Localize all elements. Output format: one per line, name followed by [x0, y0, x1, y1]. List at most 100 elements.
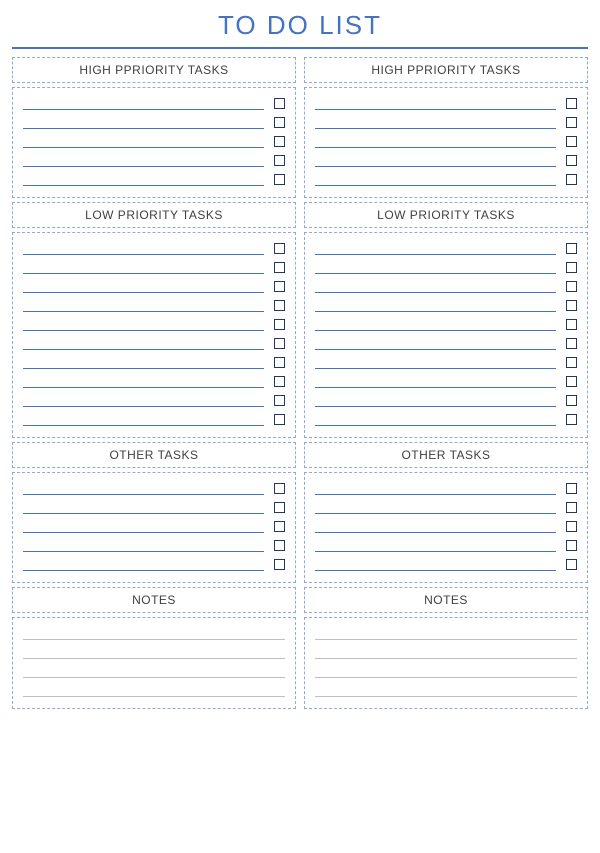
task-input[interactable]	[23, 96, 264, 110]
task-row	[315, 412, 577, 426]
task-checkbox[interactable]	[566, 300, 577, 311]
task-checkbox[interactable]	[566, 281, 577, 292]
task-input[interactable]	[315, 374, 556, 388]
task-input[interactable]	[23, 538, 264, 552]
notes-input[interactable]	[23, 683, 285, 697]
task-input[interactable]	[315, 336, 556, 350]
task-input[interactable]	[23, 336, 264, 350]
task-input[interactable]	[315, 241, 556, 255]
task-checkbox[interactable]	[274, 136, 285, 147]
notes-input[interactable]	[23, 626, 285, 640]
task-checkbox[interactable]	[274, 357, 285, 368]
task-input[interactable]	[23, 134, 264, 148]
task-checkbox[interactable]	[274, 155, 285, 166]
task-input[interactable]	[23, 374, 264, 388]
notes-input[interactable]	[315, 626, 577, 640]
task-input[interactable]	[315, 538, 556, 552]
task-checkbox[interactable]	[274, 483, 285, 494]
task-input[interactable]	[315, 317, 556, 331]
task-checkbox[interactable]	[274, 395, 285, 406]
task-input[interactable]	[23, 115, 264, 129]
task-checkbox[interactable]	[566, 319, 577, 330]
task-checkbox[interactable]	[274, 338, 285, 349]
task-checkbox[interactable]	[566, 521, 577, 532]
section-header: OTHER TASKS	[12, 442, 296, 468]
task-row	[23, 374, 285, 388]
task-checkbox[interactable]	[566, 559, 577, 570]
task-checkbox[interactable]	[566, 262, 577, 273]
task-input[interactable]	[315, 172, 556, 186]
task-checkbox[interactable]	[566, 243, 577, 254]
task-input[interactable]	[23, 500, 264, 514]
task-input[interactable]	[315, 557, 556, 571]
task-checkbox[interactable]	[274, 262, 285, 273]
task-checkbox[interactable]	[274, 243, 285, 254]
task-input[interactable]	[23, 298, 264, 312]
task-input[interactable]	[23, 355, 264, 369]
task-input[interactable]	[23, 317, 264, 331]
tasks-body	[12, 87, 296, 198]
task-row	[23, 336, 285, 350]
task-checkbox[interactable]	[274, 376, 285, 387]
task-checkbox[interactable]	[274, 98, 285, 109]
task-input[interactable]	[23, 153, 264, 167]
task-checkbox[interactable]	[274, 521, 285, 532]
task-input[interactable]	[315, 96, 556, 110]
task-input[interactable]	[315, 481, 556, 495]
task-input[interactable]	[23, 241, 264, 255]
task-input[interactable]	[23, 393, 264, 407]
task-row	[315, 260, 577, 274]
task-checkbox[interactable]	[274, 117, 285, 128]
task-checkbox[interactable]	[566, 98, 577, 109]
notes-input[interactable]	[315, 683, 577, 697]
task-input[interactable]	[23, 412, 264, 426]
task-checkbox[interactable]	[274, 281, 285, 292]
task-checkbox[interactable]	[274, 319, 285, 330]
task-checkbox[interactable]	[566, 395, 577, 406]
task-input[interactable]	[315, 355, 556, 369]
task-checkbox[interactable]	[274, 559, 285, 570]
notes-input[interactable]	[315, 645, 577, 659]
task-input[interactable]	[315, 298, 556, 312]
task-input[interactable]	[315, 279, 556, 293]
task-input[interactable]	[23, 260, 264, 274]
task-input[interactable]	[23, 557, 264, 571]
task-input[interactable]	[23, 279, 264, 293]
task-input[interactable]	[23, 172, 264, 186]
task-row	[23, 393, 285, 407]
task-input[interactable]	[23, 519, 264, 533]
task-checkbox[interactable]	[566, 174, 577, 185]
task-input[interactable]	[315, 393, 556, 407]
task-checkbox[interactable]	[274, 174, 285, 185]
task-checkbox[interactable]	[566, 117, 577, 128]
task-input[interactable]	[315, 500, 556, 514]
task-checkbox[interactable]	[566, 502, 577, 513]
title-divider	[12, 47, 588, 49]
task-checkbox[interactable]	[566, 338, 577, 349]
notes-input[interactable]	[315, 664, 577, 678]
task-checkbox[interactable]	[566, 376, 577, 387]
task-input[interactable]	[315, 153, 556, 167]
task-row	[315, 557, 577, 571]
columns-container: HIGH PPRIORITY TASKSLOW PRIORITY TASKSOT…	[12, 57, 588, 709]
task-input[interactable]	[315, 115, 556, 129]
task-checkbox[interactable]	[566, 414, 577, 425]
task-checkbox[interactable]	[274, 300, 285, 311]
task-row	[315, 355, 577, 369]
task-row	[23, 279, 285, 293]
task-input[interactable]	[315, 260, 556, 274]
task-input[interactable]	[315, 134, 556, 148]
task-checkbox[interactable]	[566, 155, 577, 166]
notes-input[interactable]	[23, 664, 285, 678]
notes-input[interactable]	[23, 645, 285, 659]
task-checkbox[interactable]	[566, 136, 577, 147]
task-input[interactable]	[23, 481, 264, 495]
task-input[interactable]	[315, 412, 556, 426]
task-checkbox[interactable]	[566, 540, 577, 551]
task-checkbox[interactable]	[274, 502, 285, 513]
task-checkbox[interactable]	[566, 483, 577, 494]
task-checkbox[interactable]	[274, 540, 285, 551]
task-checkbox[interactable]	[274, 414, 285, 425]
task-checkbox[interactable]	[566, 357, 577, 368]
task-input[interactable]	[315, 519, 556, 533]
